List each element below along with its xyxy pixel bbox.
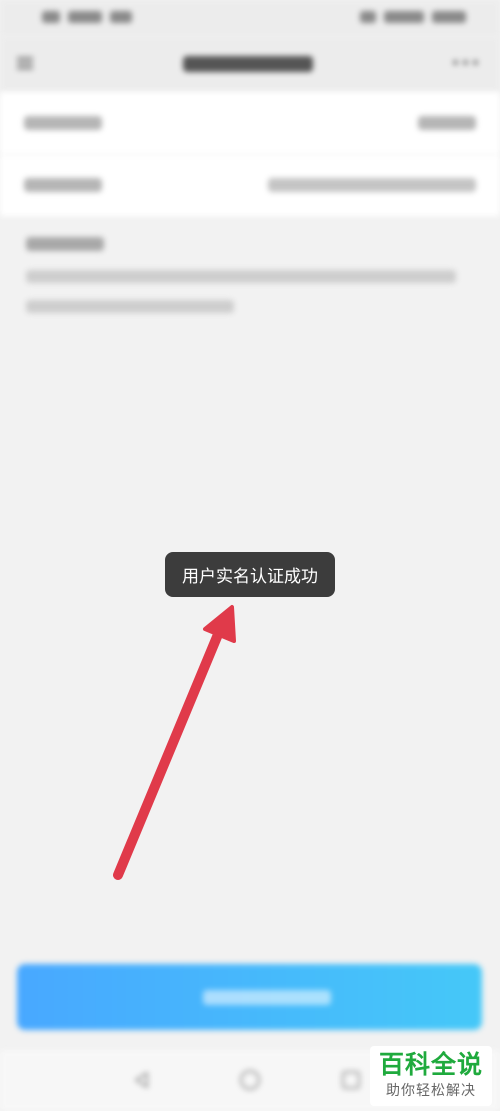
- menu-icon[interactable]: [14, 52, 36, 74]
- notes-section: [0, 216, 500, 336]
- more-icon[interactable]: [453, 60, 478, 65]
- nav-recent-icon[interactable]: [342, 1071, 360, 1089]
- submit-button[interactable]: [17, 964, 482, 1030]
- header: [0, 36, 500, 92]
- signal-icon: [42, 11, 60, 23]
- info-card: [0, 92, 500, 216]
- nav-home-icon[interactable]: [240, 1070, 260, 1090]
- battery-icon: [384, 11, 424, 23]
- button-label-blurred: [203, 990, 331, 1005]
- status-right-indicators: [360, 11, 466, 23]
- info-value-blurred: [418, 116, 476, 130]
- alarm-icon: [360, 11, 376, 23]
- info-value-blurred: [268, 178, 476, 192]
- info-label-blurred: [24, 178, 102, 192]
- nav-back-icon[interactable]: [132, 1070, 152, 1090]
- toast-message: 用户实名认证成功: [165, 552, 335, 597]
- info-label-blurred: [24, 116, 102, 130]
- wifi-icon: [110, 11, 132, 23]
- watermark-logo: 百科全说 助你轻松解决: [370, 1046, 492, 1106]
- clock-blurred: [432, 11, 466, 23]
- watermark-subtitle: 助你轻松解决: [386, 1083, 476, 1099]
- notes-text-blurred: [26, 270, 456, 283]
- notes-text-blurred: [26, 300, 234, 313]
- page-title-blurred: [183, 56, 313, 72]
- watermark-title: 百科全说: [378, 1050, 483, 1079]
- status-bar: [0, 0, 500, 36]
- network-icon: [68, 11, 102, 23]
- info-row-id: [0, 154, 500, 216]
- notes-title-blurred: [26, 237, 104, 251]
- status-left-indicators: [42, 11, 132, 23]
- info-row-name: [0, 92, 500, 155]
